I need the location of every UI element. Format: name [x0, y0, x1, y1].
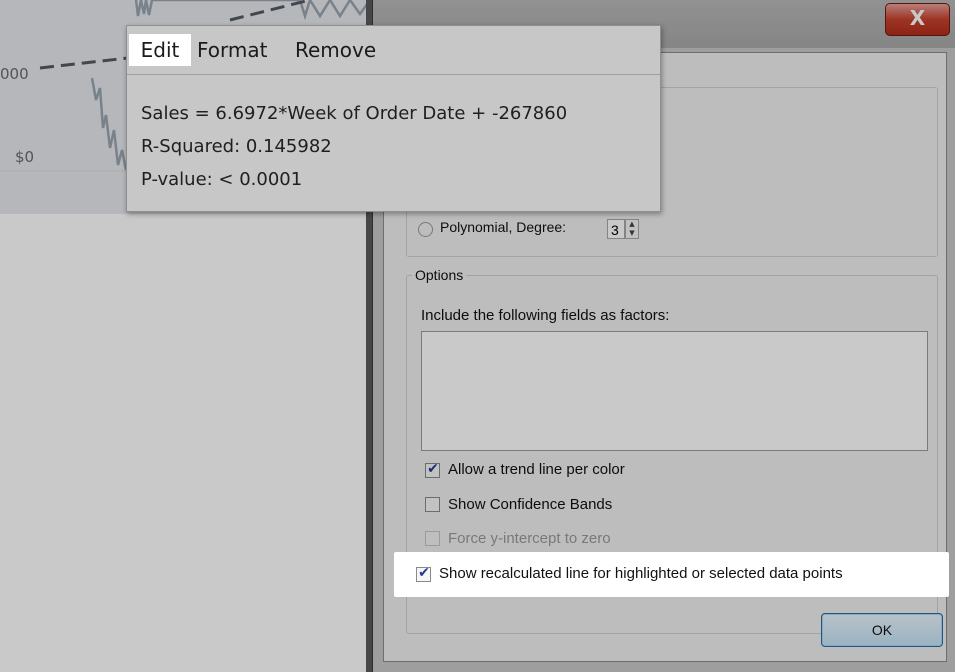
show-confidence-bands-label: Show Confidence Bands [448, 496, 613, 513]
factors-label: Include the following fields as factors: [421, 307, 670, 324]
spin-up-icon[interactable]: ▲ [626, 220, 638, 229]
y-tick-top: 000 [0, 65, 29, 83]
close-button[interactable]: X [885, 3, 950, 36]
p-value: P-value: < 0.0001 [141, 169, 303, 190]
spin-down-icon[interactable]: ▼ [626, 229, 638, 238]
y-tick-zero: $0 [15, 148, 35, 166]
force-y-intercept-label: Force y-intercept to zero [448, 530, 611, 547]
degree-input[interactable]: 3 [607, 219, 625, 239]
trend-line [39, 56, 129, 70]
check-icon: ✔ [427, 461, 439, 477]
ok-label: OK [871, 622, 893, 638]
trend-line-upper [229, 0, 311, 22]
sales-series-line [90, 77, 128, 171]
ok-button[interactable]: OK [821, 613, 943, 647]
polynomial-radio[interactable] [418, 222, 433, 237]
check-icon: ✔ [418, 565, 430, 581]
menu-edit[interactable]: Edit [129, 34, 191, 66]
menu-remove[interactable]: Remove [295, 34, 376, 66]
allow-trend-per-color-checkbox[interactable]: ✔ [425, 461, 440, 478]
allow-trend-per-color-label: Allow a trend line per color [448, 461, 625, 478]
close-icon: X [909, 6, 926, 30]
tooltip-separator [127, 74, 660, 75]
trend-line-tooltip: Edit Format Remove Sales = 6.6972*Week o… [126, 25, 661, 212]
force-y-intercept-checkbox [425, 531, 440, 546]
highlighted-option-row[interactable]: ✔ Show recalculated line for highlighted… [394, 552, 949, 597]
show-recalculated-checkbox[interactable]: ✔ [416, 565, 431, 582]
tooltip-menu-bar: Edit Format Remove [127, 26, 660, 74]
factors-list[interactable] [421, 331, 928, 451]
show-recalculated-label: Show recalculated line for highlighted o… [439, 565, 843, 582]
trend-equation: Sales = 6.6972*Week of Order Date + -267… [141, 103, 568, 124]
degree-spinner[interactable]: ▲ ▼ [625, 219, 639, 239]
menu-format[interactable]: Format [197, 34, 267, 66]
r-squared: R-Squared: 0.145982 [141, 136, 332, 157]
show-confidence-bands-checkbox[interactable] [425, 497, 440, 512]
options-legend: Options [412, 267, 467, 283]
polynomial-label: Polynomial, Degree: [440, 219, 567, 235]
